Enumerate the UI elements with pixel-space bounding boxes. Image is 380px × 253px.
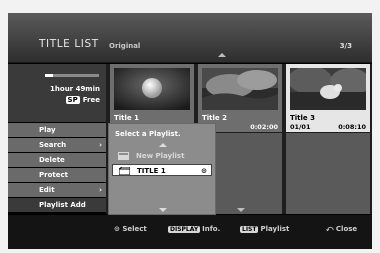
option-label: New Playlist (136, 152, 185, 160)
chevron-right-icon: › (99, 186, 102, 194)
help-playlist: LIST Playlist (240, 225, 289, 233)
select-dot-icon: ⊙ (201, 167, 207, 175)
title-options-menu: Play Search › Delete Protect Edit › Playli… (8, 123, 106, 213)
help-close-label: Close (335, 225, 358, 233)
page-indicator: 3/3 (339, 42, 352, 50)
title-tile-3[interactable]: Title 3 01/01 0:08:10 (286, 64, 370, 132)
help-select: ⊙ Select (114, 225, 147, 233)
help-select-label: Select (122, 225, 147, 233)
menu-item-label: Protect (39, 171, 68, 179)
title-tile-2[interactable]: Title 2 01 0:02:00 (198, 64, 282, 132)
list-type-label: Original (109, 42, 141, 50)
menu-item-search[interactable]: Search › (8, 138, 106, 152)
menu-item-label: Play (39, 126, 56, 134)
title-3-name: Title 3 (290, 114, 315, 122)
remaining-time: 1hour 49min (50, 85, 100, 93)
scroll-up-arrow-icon[interactable] (218, 53, 226, 57)
title-1-name: Title 1 (114, 114, 139, 122)
page-title: TITLE LIST (39, 38, 99, 50)
title-3-duration: 0:08:10 (338, 123, 366, 131)
menu-item-edit[interactable]: Edit › (8, 183, 106, 197)
menu-item-label: Search (39, 141, 67, 149)
playlist-icon (118, 152, 129, 164)
menu-item-playlist-add[interactable]: Playlist Add (8, 198, 106, 212)
popup-scroll-down-icon[interactable] (159, 208, 167, 212)
help-close: ⤺ Close (326, 225, 357, 234)
playlist-option-title-1[interactable]: TITLE 1 ⊙ (112, 164, 212, 176)
title-2-name: Title 2 (202, 114, 227, 122)
menu-item-delete[interactable]: Delete (8, 153, 106, 167)
free-label: Free (82, 96, 100, 104)
help-info-label: Info. (202, 225, 221, 233)
disc-usage-bar (45, 74, 99, 77)
header: TITLE LIST Original 3/3 (8, 13, 372, 63)
empty-slot (286, 133, 370, 214)
menu-item-label: Edit (39, 186, 55, 194)
record-mode-badge: SP (65, 96, 80, 104)
title-2-duration: 0:02:00 (250, 123, 278, 131)
title-3-thumbnail (290, 68, 366, 110)
popup-title: Select a Playlist. (115, 130, 181, 138)
scroll-down-arrow-icon[interactable] (237, 208, 245, 212)
chevron-right-icon: › (99, 141, 102, 149)
title-1-thumbnail (114, 68, 190, 110)
disc-info-panel: 1hour 49min SP Free (8, 64, 106, 122)
menu-item-label: Delete (39, 156, 65, 164)
title-2-thumbnail (202, 68, 278, 110)
list-key-badge: LIST (240, 226, 259, 233)
record-mode-row: SP Free (65, 96, 100, 104)
return-arrow-icon: ⤺ (326, 225, 336, 233)
playlist-select-popup: Select a Playlist. New Playlist TITLE 1 … (108, 123, 216, 215)
help-info: DISPLAY Info. (168, 225, 220, 233)
title-tile-1[interactable]: Title 1 (110, 64, 194, 132)
dvd-recorder-screen: TITLE LIST Original 3/3 1hour 49min SP Fr… (8, 13, 372, 249)
menu-item-protect[interactable]: Protect (8, 168, 106, 182)
menu-item-label: Playlist Add (39, 201, 86, 209)
help-bar: ⊙ Select DISPLAY Info. LIST Playlist ⤺ Clo… (8, 215, 372, 249)
clapperboard-icon (118, 166, 131, 179)
display-key-badge: DISPLAY (168, 226, 201, 233)
option-label: TITLE 1 (137, 167, 166, 175)
disc-usage-fill (45, 74, 54, 77)
popup-scroll-up-icon[interactable] (159, 143, 167, 147)
menu-item-play[interactable]: Play (8, 123, 106, 137)
help-playlist-label: Playlist (260, 225, 290, 233)
title-3-date: 01/01 (290, 123, 311, 131)
playlist-option-new[interactable]: New Playlist (112, 150, 212, 162)
